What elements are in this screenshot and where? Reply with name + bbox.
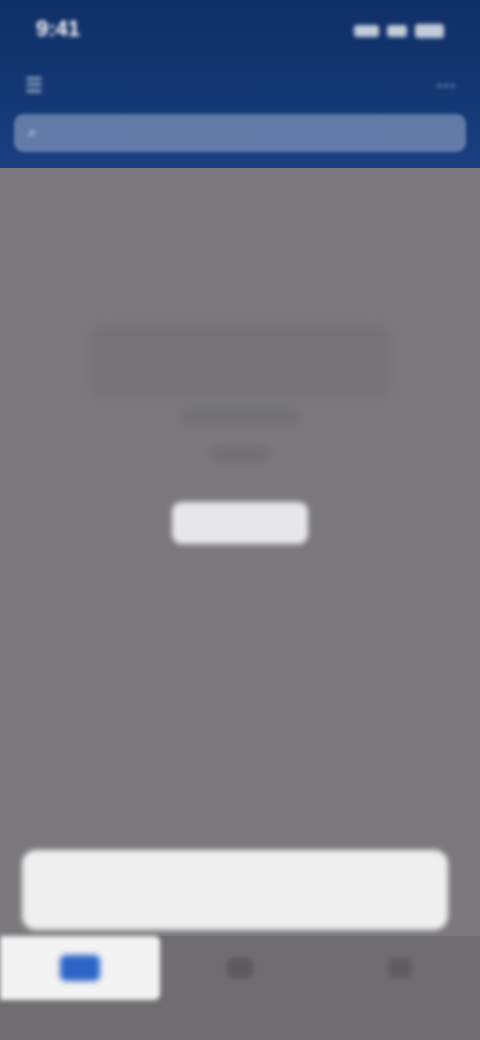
tab-home[interactable] [0, 936, 160, 1000]
profile-icon [388, 958, 412, 978]
status-bar: 9:41 [0, 0, 480, 58]
tab-profile[interactable] [320, 936, 480, 1000]
page-title [0, 72, 480, 100]
status-time: 9:41 [36, 16, 81, 41]
status-icons [354, 22, 444, 40]
search-icon: ⌕ [28, 124, 37, 141]
empty-state-subtitle [180, 408, 300, 426]
more-icon[interactable]: ⋯ [434, 74, 458, 98]
bottom-card-text [46, 874, 424, 904]
primary-action-button[interactable] [172, 502, 308, 544]
app-header: 9:41 ☰ ⋯ ⌕ [0, 0, 480, 168]
bottom-card[interactable] [22, 850, 448, 930]
signal-icon [354, 25, 380, 37]
app-screen: 9:41 ☰ ⋯ ⌕ [0, 0, 480, 1040]
wifi-icon [387, 25, 407, 37]
battery-icon [414, 24, 444, 38]
tab-bar [0, 936, 480, 1040]
home-icon [60, 955, 100, 981]
empty-state-subtitle-secondary [210, 446, 270, 462]
search-bar[interactable]: ⌕ [14, 114, 466, 152]
search-input[interactable] [14, 114, 466, 152]
empty-state [0, 320, 480, 580]
tab-list[interactable] [160, 936, 320, 1000]
empty-state-title [90, 326, 390, 396]
list-icon [227, 958, 253, 978]
